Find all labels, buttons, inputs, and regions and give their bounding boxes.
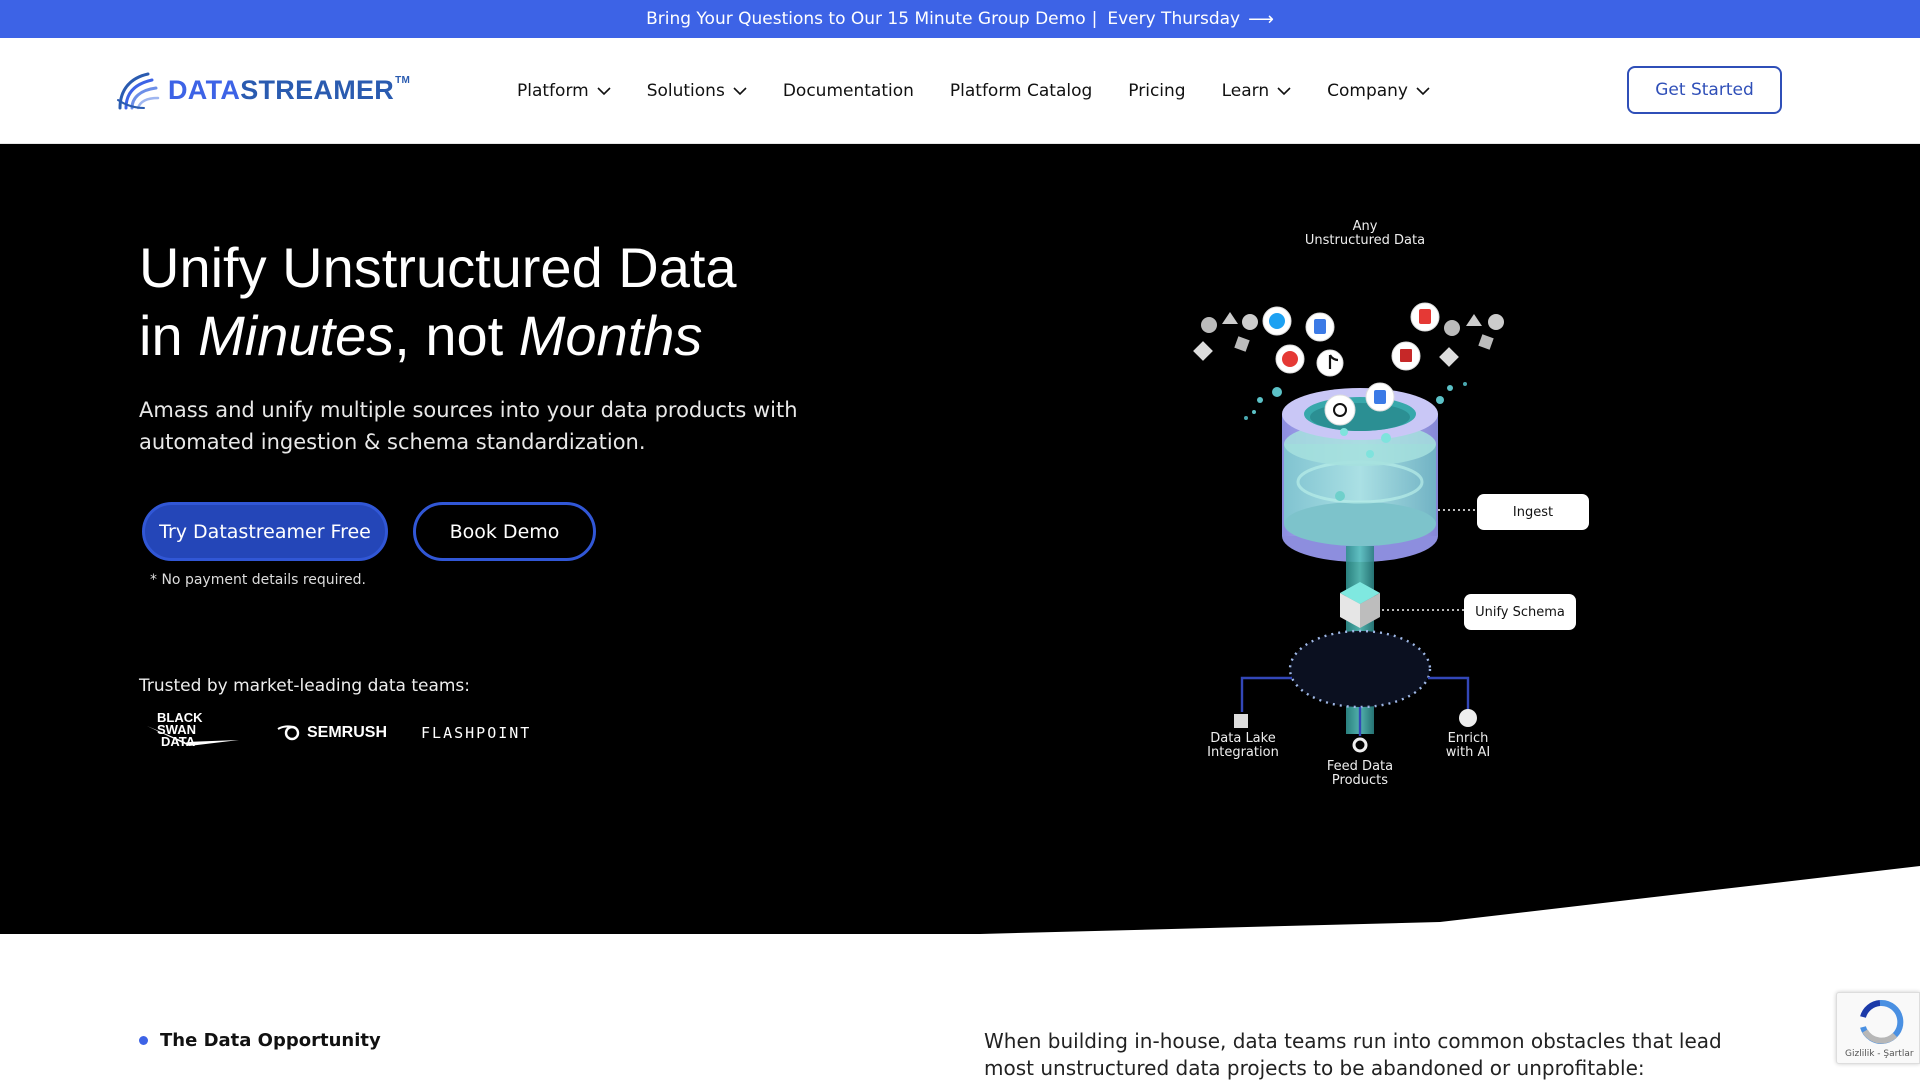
diagram-top-label-line2: Unstructured Data bbox=[1304, 233, 1426, 248]
black-swan-data-logo: BLACK SWAN DATA bbox=[145, 711, 241, 754]
feed-data-label: Feed Data Products bbox=[1307, 760, 1413, 788]
no-payment-note: * No payment details required. bbox=[150, 572, 366, 588]
logo-text-data: DATA bbox=[168, 74, 241, 105]
hero-title-in: in bbox=[139, 304, 199, 367]
top-navigation: DATASTREAMERTM Platform Solutions Docume… bbox=[0, 38, 1920, 144]
datastreamer-logo[interactable]: DATASTREAMERTM bbox=[114, 68, 410, 112]
nav-item-label: Pricing bbox=[1128, 81, 1186, 101]
nav-item-label: Company bbox=[1327, 81, 1408, 101]
hero-title-months: Months bbox=[518, 304, 703, 367]
nav-item-pricing[interactable]: Pricing bbox=[1128, 81, 1185, 101]
nav-item-company[interactable]: Company bbox=[1327, 81, 1430, 101]
nav-item-documentation[interactable]: Documentation bbox=[783, 81, 914, 101]
nav-item-label: Solutions bbox=[646, 81, 725, 101]
recaptcha-icon bbox=[1860, 999, 1904, 1044]
section-label-text: The Data Opportunity bbox=[160, 1030, 381, 1051]
data-lake-label: Data Lake Integration bbox=[1190, 732, 1296, 760]
enrich-ai-label: Enrich with AI bbox=[1426, 732, 1510, 760]
feed-data-label-line2: Products bbox=[1331, 773, 1389, 788]
enrich-ai-label-line1: Enrich bbox=[1447, 731, 1489, 746]
try-free-button[interactable]: Try Datastreamer Free bbox=[142, 502, 388, 561]
semrush-logo: SEMRUSH bbox=[277, 724, 387, 742]
enrich-ai-label-line2: with AI bbox=[1445, 745, 1491, 760]
diagram-top-label-line1: Any bbox=[1352, 219, 1378, 234]
nav-item-label: Documentation bbox=[782, 81, 914, 101]
semrush-flame-icon bbox=[277, 725, 300, 741]
hero-title-line1: Unify Unstructured Data bbox=[139, 236, 737, 299]
announcement-bar[interactable]: Bring Your Questions to Our 15 Minute Gr… bbox=[0, 0, 1920, 38]
nav-item-learn[interactable]: Learn bbox=[1222, 81, 1292, 101]
announcement-suffix[interactable]: Every Thursday bbox=[1107, 9, 1240, 29]
logo-text-streamer: STREAMER bbox=[240, 74, 395, 105]
feed-data-label-line1: Feed Data bbox=[1326, 759, 1394, 774]
nav-item-label: Platform bbox=[517, 81, 589, 101]
recaptcha-text[interactable]: Gizlilik - Şartlar bbox=[1845, 1049, 1914, 1059]
ingest-pill: Ingest bbox=[1477, 494, 1589, 530]
hero-title: Unify Unstructured Data in Minutes, not … bbox=[139, 234, 737, 370]
flashpoint-logo: FLASHPOINT bbox=[421, 724, 532, 742]
trusted-label: Trusted by market-leading data teams: bbox=[139, 676, 471, 696]
hero-subtitle: Amass and unify multiple sources into yo… bbox=[139, 398, 798, 454]
hero-section: Unify Unstructured Data in Minutes, not … bbox=[0, 144, 1920, 934]
data-flow-diagram: Any Unstructured Data Ingest Unify Schem… bbox=[1180, 204, 1620, 788]
diagram-graphic bbox=[1193, 302, 1504, 753]
chevron-down-icon bbox=[1277, 87, 1291, 96]
data-lake-label-line1: Data Lake bbox=[1210, 731, 1276, 746]
bullet-dot-icon bbox=[139, 1036, 148, 1045]
recaptcha-badge[interactable]: Gizlilik - Şartlar bbox=[1836, 992, 1920, 1064]
nav-item-platform-catalog[interactable]: Platform Catalog bbox=[950, 81, 1092, 101]
nav-item-label: Platform Catalog bbox=[949, 81, 1093, 101]
diagram-top-label: Any Unstructured Data bbox=[1290, 220, 1440, 248]
chevron-down-icon bbox=[1416, 87, 1430, 96]
nav-item-label: Learn bbox=[1221, 81, 1270, 101]
hero-title-not: , not bbox=[394, 304, 519, 367]
semrush-text: SEMRUSH bbox=[307, 724, 388, 741]
logo-trademark: TM bbox=[395, 74, 411, 86]
chevron-down-icon bbox=[733, 87, 747, 96]
unify-schema-pill: Unify Schema bbox=[1464, 594, 1576, 630]
customer-logos: BLACK SWAN DATA SEMRUSH FLASHPOINT bbox=[145, 711, 532, 754]
chevron-down-icon bbox=[597, 87, 611, 96]
nav-item-platform[interactable]: Platform bbox=[517, 81, 611, 101]
section-label: The Data Opportunity bbox=[139, 1030, 381, 1051]
bsd-line3: DATA bbox=[161, 734, 196, 749]
data-opportunity-section: The Data Opportunity When building in-ho… bbox=[0, 934, 1920, 1080]
nav-item-solutions[interactable]: Solutions bbox=[647, 81, 747, 101]
section-text: When building in-house, data teams run i… bbox=[984, 1029, 1722, 1080]
announcement-text[interactable]: Bring Your Questions to Our 15 Minute Gr… bbox=[646, 9, 1086, 29]
get-started-button[interactable]: Get Started bbox=[1627, 66, 1782, 114]
arrow-right-icon[interactable]: ⟶ bbox=[1248, 9, 1274, 30]
logo-text: DATASTREAMERTM bbox=[168, 75, 410, 106]
announcement-separator: | bbox=[1091, 9, 1098, 29]
hero-title-minutes: Minutes bbox=[198, 304, 395, 367]
data-lake-label-line2: Integration bbox=[1207, 745, 1279, 760]
datastreamer-logo-icon bbox=[117, 72, 160, 110]
main-menu: Platform Solutions Documentation Platfor… bbox=[517, 38, 1466, 144]
book-demo-button[interactable]: Book Demo bbox=[413, 502, 596, 561]
